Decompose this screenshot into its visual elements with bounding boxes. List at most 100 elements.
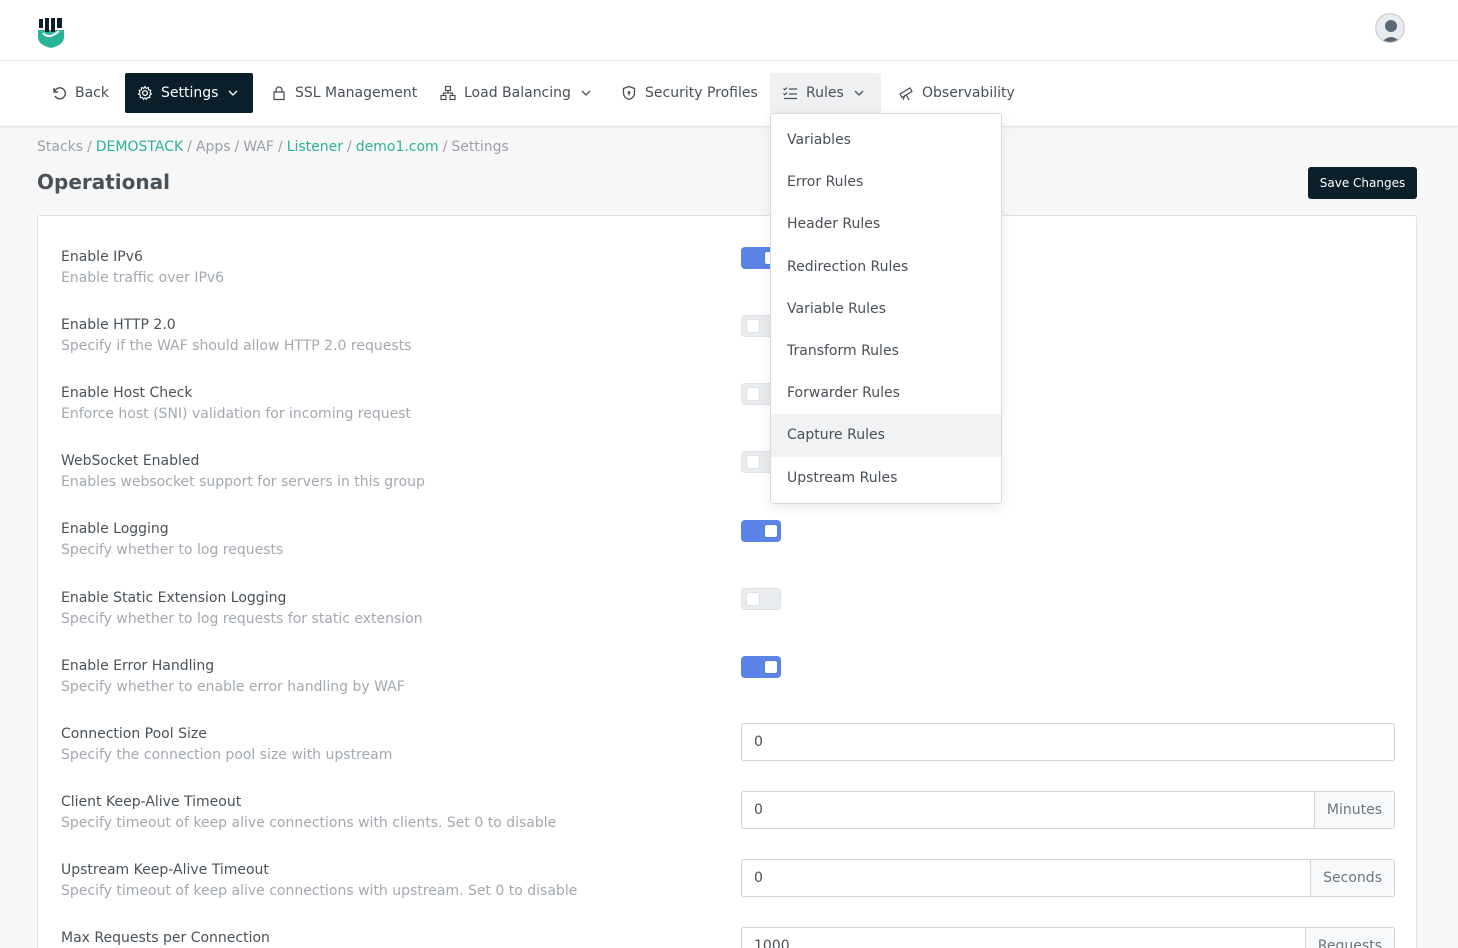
setting-row-logging: Enable Logging Specify whether to log re… — [61, 521, 283, 558]
settings-tab[interactable]: Settings — [125, 73, 253, 113]
breadcrumb: Stacks / DEMOSTACK / Apps / WAF / Listener / demo1… — [37, 139, 509, 155]
main-nav: Back Settings SSL Management Load Balanc… — [0, 61, 1458, 127]
top-bar — [0, 0, 1458, 61]
setting-row-pool-size: Connection Pool Size Specify the connect… — [61, 726, 392, 763]
setting-row-max-requests: Max Requests per Connection — [61, 930, 270, 946]
save-changes-button[interactable]: Save Changes — [1308, 167, 1417, 199]
user-avatar[interactable] — [1375, 13, 1405, 43]
breadcrumb-separator: / — [442, 139, 448, 155]
observability-label: Observability — [922, 85, 1015, 101]
security-profiles-label: Security Profiles — [645, 85, 758, 101]
breadcrumb-current: Settings — [451, 139, 509, 155]
setting-description: Specify timeout of keep alive connection… — [61, 815, 557, 831]
rules-tab[interactable]: Rules — [770, 73, 881, 113]
load-balancing-tab[interactable]: Load Balancing — [428, 73, 603, 113]
checklist-icon — [782, 85, 798, 101]
breadcrumb-waf[interactable]: WAF — [243, 139, 274, 155]
client-keepalive-field: Minutes — [741, 791, 1395, 829]
menu-item-capture-rules[interactable]: Capture Rules — [771, 414, 1001, 457]
breadcrumb-stack-link[interactable]: DEMOSTACK — [96, 139, 183, 155]
max-requests-input[interactable] — [742, 928, 1305, 948]
static-logging-toggle[interactable] — [741, 588, 781, 610]
page-title: Operational — [37, 170, 170, 194]
shield-icon — [621, 85, 637, 101]
ssl-management-label: SSL Management — [295, 85, 418, 101]
unit-addon: Requests — [1304, 928, 1394, 948]
setting-description: Enable traffic over IPv6 — [61, 270, 225, 286]
chevron-down-icon — [581, 88, 591, 98]
setting-title: WebSocket Enabled — [61, 453, 200, 469]
menu-item-header-rules[interactable]: Header Rules — [771, 203, 1001, 245]
setting-description: Specify whether to log requests — [61, 542, 284, 558]
back-button[interactable]: Back — [39, 73, 121, 113]
error-handling-toggle[interactable] — [741, 656, 781, 678]
network-icon — [440, 85, 456, 101]
menu-item-transform-rules[interactable]: Transform Rules — [771, 330, 1001, 372]
setting-title: Enable HTTP 2.0 — [61, 317, 176, 333]
setting-title: Upstream Keep-Alive Timeout — [61, 862, 269, 878]
setting-description: Specify the connection pool size with up… — [61, 747, 393, 763]
breadcrumb-separator: / — [277, 139, 283, 155]
logging-toggle[interactable] — [741, 520, 781, 542]
pool-size-input[interactable] — [742, 724, 1394, 760]
back-label: Back — [75, 85, 109, 101]
settings-label: Settings — [161, 85, 219, 101]
pool-size-field — [741, 723, 1395, 761]
setting-description: Specify timeout of keep alive connection… — [61, 883, 578, 899]
menu-item-forwarder-rules[interactable]: Forwarder Rules — [771, 372, 1001, 414]
ssl-management-tab[interactable]: SSL Management — [259, 73, 429, 113]
menu-item-error-rules[interactable]: Error Rules — [771, 161, 1001, 203]
setting-description: Enables websocket support for servers in… — [61, 474, 425, 490]
lock-icon — [271, 85, 287, 101]
setting-description: Specify if the WAF should allow HTTP 2.0… — [61, 338, 412, 354]
breadcrumb-separator: / — [187, 139, 192, 155]
breadcrumb-listener-link[interactable]: Listener — [287, 139, 343, 155]
user-icon — [1376, 14, 1404, 42]
setting-row-static-logging: Enable Static Extension Logging Specify … — [61, 590, 423, 627]
setting-row-http2: Enable HTTP 2.0 Specify if the WAF shoul… — [61, 317, 411, 354]
chevron-down-icon — [228, 88, 238, 98]
setting-title: Connection Pool Size — [61, 726, 207, 742]
unit-addon: Seconds — [1310, 860, 1394, 896]
unit-addon: Minutes — [1313, 792, 1394, 828]
setting-title: Enable Logging — [61, 521, 169, 537]
setting-title: Enable IPv6 — [61, 249, 143, 265]
setting-title: Max Requests per Connection — [61, 930, 270, 946]
setting-row-ipv6: Enable IPv6 Enable traffic over IPv6 — [61, 249, 224, 286]
breadcrumb-separator: / — [347, 139, 352, 155]
undo-icon — [51, 85, 67, 101]
client-keepalive-input[interactable] — [742, 792, 1314, 828]
setting-row-host-check: Enable Host Check Enforce host (SNI) val… — [61, 385, 411, 422]
setting-description: Enforce host (SNI) validation for incomi… — [61, 406, 412, 422]
rules-label: Rules — [806, 85, 844, 101]
rules-dropdown-menu: Variables Error Rules Header Rules Redir… — [770, 113, 1002, 504]
setting-row-client-keepalive: Client Keep-Alive Timeout Specify timeou… — [61, 794, 556, 831]
settings-card: Enable IPv6 Enable traffic over IPv6 Ena… — [37, 215, 1417, 948]
upstream-keepalive-field: Seconds — [741, 859, 1395, 897]
observability-tab[interactable]: Observability — [886, 73, 1027, 113]
setting-description: Specify whether to log requests for stat… — [61, 611, 423, 627]
telescope-icon — [898, 85, 914, 101]
setting-row-error-handling: Enable Error Handling Specify whether to… — [61, 658, 405, 695]
setting-title: Client Keep-Alive Timeout — [61, 794, 242, 810]
breadcrumb-domain-link[interactable]: demo1.com — [356, 139, 439, 155]
max-requests-field: Requests — [741, 927, 1395, 948]
menu-item-redirection-rules[interactable]: Redirection Rules — [771, 246, 1001, 288]
setting-row-upstream-keepalive: Upstream Keep-Alive Timeout Specify time… — [61, 862, 577, 899]
setting-title: Enable Static Extension Logging — [61, 590, 287, 606]
menu-item-variables[interactable]: Variables — [771, 119, 1001, 161]
brand-logo-icon[interactable] — [37, 17, 65, 49]
breadcrumb-separator: / — [234, 139, 240, 155]
menu-item-upstream-rules[interactable]: Upstream Rules — [771, 457, 1001, 499]
breadcrumb-apps[interactable]: Apps — [196, 139, 231, 155]
breadcrumb-separator: / — [87, 139, 92, 155]
upstream-keepalive-input[interactable] — [742, 860, 1311, 896]
setting-description: Specify whether to enable error handling… — [61, 679, 405, 695]
menu-item-variable-rules[interactable]: Variable Rules — [771, 288, 1001, 330]
setting-row-websocket: WebSocket Enabled Enables websocket supp… — [61, 453, 425, 490]
gear-icon — [137, 85, 153, 101]
setting-title: Enable Host Check — [61, 385, 193, 401]
chevron-down-icon — [854, 88, 864, 98]
breadcrumb-stacks[interactable]: Stacks — [37, 139, 83, 155]
security-profiles-tab[interactable]: Security Profiles — [609, 73, 770, 113]
